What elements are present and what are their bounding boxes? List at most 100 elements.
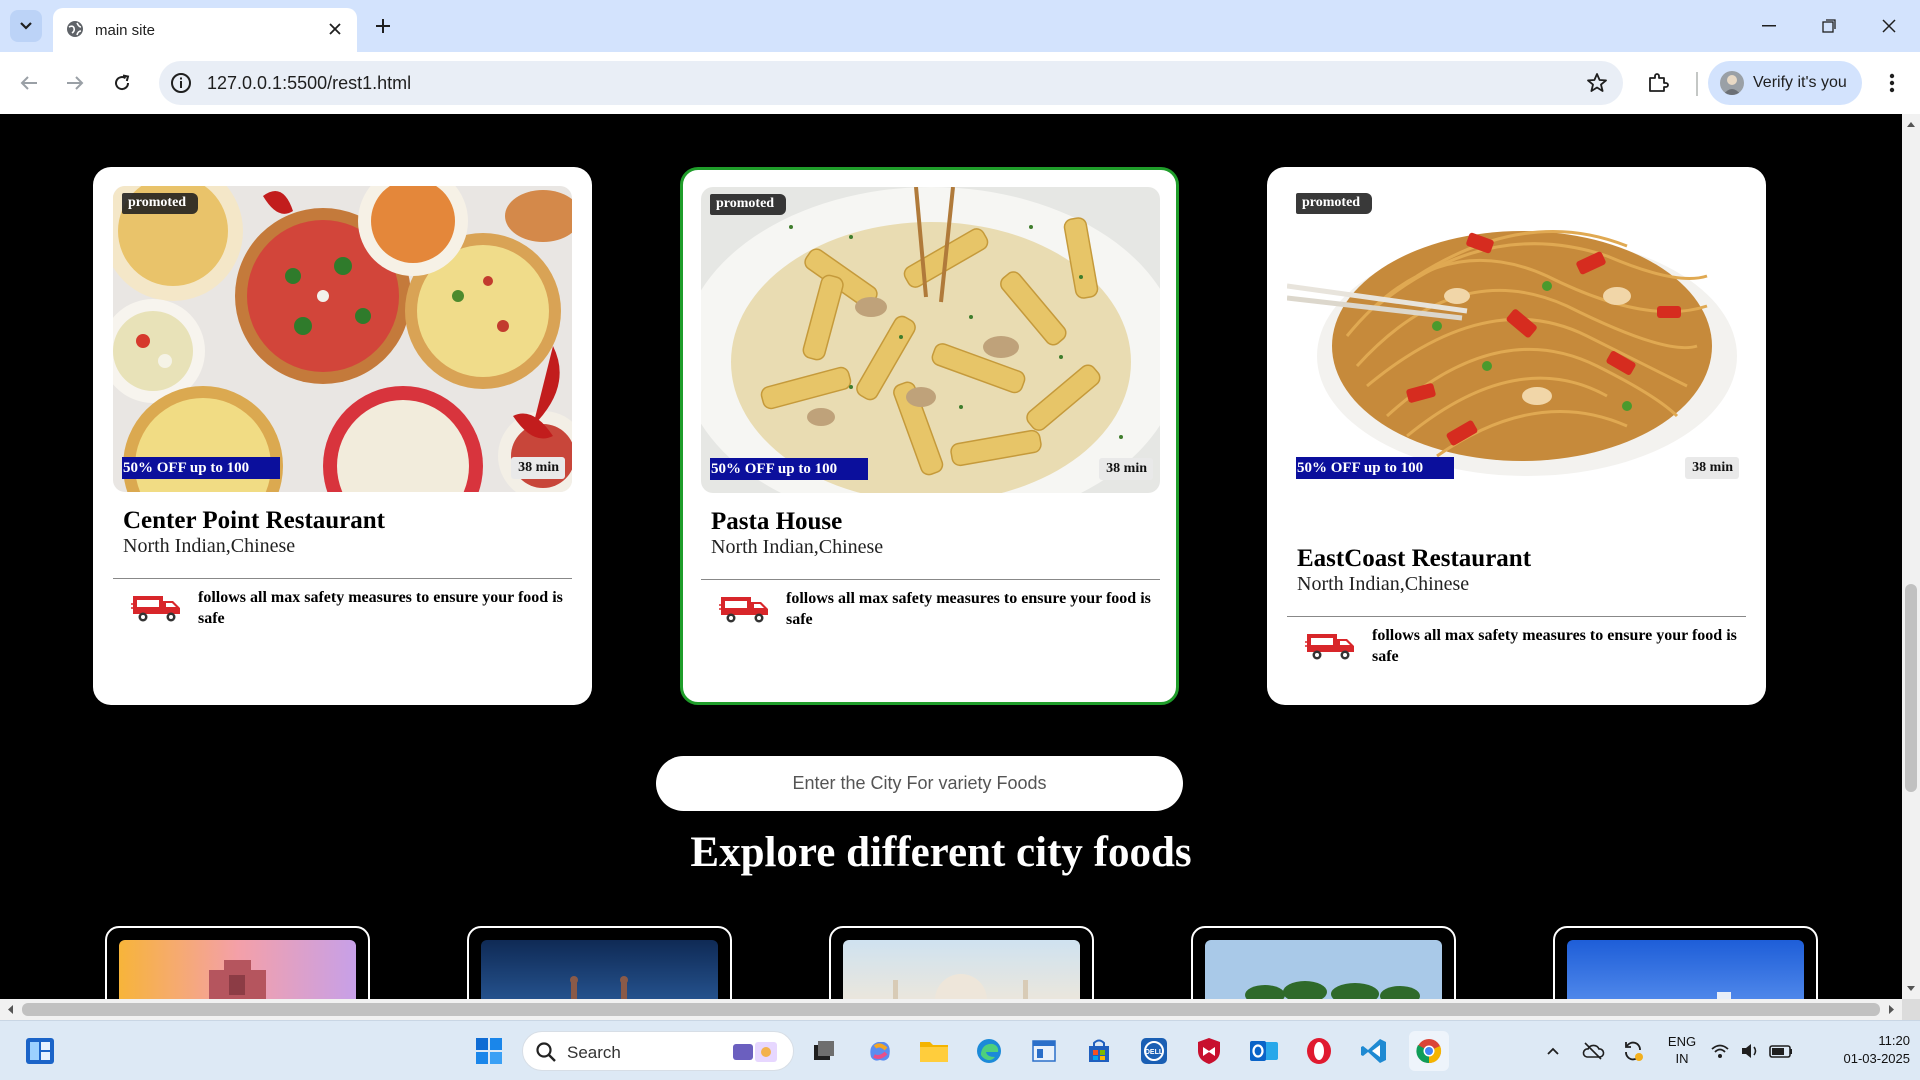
divider <box>113 578 572 579</box>
store-icon <box>1089 1039 1109 1062</box>
chevron-down-icon <box>20 22 32 30</box>
lang-region: IN <box>1675 1051 1689 1066</box>
forward-button[interactable] <box>57 65 93 101</box>
promoted-badge: promoted <box>1296 193 1373 214</box>
delivery-time: 38 min <box>511 457 565 479</box>
input-language-indicator[interactable]: ENG IN <box>1664 1033 1700 1067</box>
city-card[interactable] <box>105 926 370 999</box>
city-card[interactable] <box>1191 926 1456 999</box>
scroll-right-arrow-icon[interactable] <box>1884 999 1898 1020</box>
city-card[interactable] <box>829 926 1094 999</box>
free-delivery-truck-icon <box>719 597 768 623</box>
scroll-down-arrow-icon[interactable] <box>1902 981 1920 995</box>
city-card[interactable] <box>467 926 732 999</box>
task-view-button[interactable] <box>804 1031 844 1071</box>
new-tab-button[interactable] <box>369 12 397 40</box>
opera-button[interactable] <box>1299 1031 1339 1071</box>
url-text[interactable]: 127.0.0.1:5500/rest1.html <box>207 73 411 94</box>
city-monument-image <box>843 940 1080 999</box>
promoted-badge: promoted <box>710 194 787 215</box>
cloud-offline-icon <box>1582 1042 1605 1060</box>
restaurant-name[interactable]: Pasta House <box>711 508 842 536</box>
restaurant-cuisine: North Indian,Chinese <box>711 536 884 558</box>
vscode-button[interactable] <box>1354 1031 1394 1071</box>
city-card[interactable] <box>1553 926 1818 999</box>
restaurant-card[interactable]: promoted 50% OFF up to 100 38 min Pasta … <box>680 167 1179 705</box>
horizontal-scroll-thumb[interactable] <box>22 1003 1880 1016</box>
reload-button[interactable] <box>104 65 140 101</box>
extensions-button[interactable] <box>1640 64 1676 100</box>
chrome-button[interactable] <box>1409 1031 1449 1071</box>
sync-icon <box>1625 1041 1643 1061</box>
restaurant-card[interactable]: promoted 50% OFF up to 100 38 min EastCo… <box>1267 167 1766 705</box>
scroll-left-arrow-icon[interactable] <box>4 999 18 1020</box>
dell-app-button[interactable]: DELL <box>1134 1031 1174 1071</box>
svg-text:DELL: DELL <box>1145 1049 1164 1056</box>
system-clock[interactable]: 11:20 01-03-2025 <box>1810 1032 1911 1068</box>
free-delivery-truck-icon <box>131 596 180 622</box>
outlook-button[interactable] <box>1244 1031 1284 1071</box>
search-highlight-icon <box>733 1042 777 1062</box>
opera-icon <box>1307 1038 1331 1064</box>
city-beach-image <box>1205 940 1442 999</box>
vertical-scrollbar[interactable] <box>1902 114 1920 999</box>
restaurant-cuisine: North Indian,Chinese <box>123 535 296 557</box>
quick-settings-button[interactable] <box>1708 1031 1806 1071</box>
taskbar-search-label: Search <box>567 1043 621 1062</box>
reload-icon <box>115 74 130 91</box>
start-button[interactable] <box>469 1031 509 1071</box>
close-window-button[interactable] <box>1866 8 1912 44</box>
mcafee-button[interactable] <box>1189 1031 1229 1071</box>
restaurant-cuisine: North Indian,Chinese <box>1297 573 1470 595</box>
dell-icon: DELL <box>1141 1038 1167 1064</box>
site-info-icon[interactable] <box>169 71 193 95</box>
vertical-scroll-thumb[interactable] <box>1905 584 1917 792</box>
restore-button[interactable] <box>1806 8 1852 44</box>
safety-text: follows all max safety measures to ensur… <box>1372 627 1737 665</box>
tab-title: main site <box>95 22 156 39</box>
store-button[interactable] <box>1079 1031 1119 1071</box>
avatar <box>1720 71 1744 95</box>
copilot-icon <box>870 1042 890 1061</box>
tab-close-button[interactable] <box>323 17 347 41</box>
back-button[interactable] <box>11 65 47 101</box>
close-icon <box>1882 19 1896 33</box>
sync-status-button[interactable] <box>1613 1031 1653 1071</box>
free-delivery-truck-icon <box>1305 634 1354 660</box>
clock-time: 11:20 <box>1878 1033 1910 1048</box>
shield-icon <box>1198 1038 1220 1064</box>
search-icon <box>536 1042 556 1062</box>
restaurant-name[interactable]: EastCoast Restaurant <box>1297 545 1531 573</box>
pizza-spread-image <box>113 186 572 492</box>
edge-browser-button[interactable] <box>969 1031 1009 1071</box>
vscode-icon <box>1361 1039 1386 1063</box>
restaurant-card[interactable]: promoted 50% OFF up to 100 38 min Center… <box>93 167 592 705</box>
scroll-up-arrow-icon[interactable] <box>1902 118 1920 132</box>
browser-menu-button[interactable] <box>1874 65 1910 101</box>
task-view-icon <box>814 1041 834 1060</box>
notepad-button[interactable] <box>1024 1031 1064 1071</box>
bookmark-star-icon[interactable] <box>1585 71 1609 95</box>
clock-date: 01-03-2025 <box>1843 1051 1911 1066</box>
city-search-input[interactable] <box>656 756 1183 811</box>
more-vertical-icon <box>1889 73 1895 93</box>
divider <box>1287 616 1746 617</box>
browser-tab[interactable]: main site <box>53 8 357 52</box>
taskbar: Search DELL ENG IN 11:20 01-03-2025 <box>0 1020 1920 1080</box>
taskbar-search[interactable]: Search <box>522 1031 794 1071</box>
onedrive-button[interactable] <box>1573 1031 1613 1071</box>
profile-button[interactable]: Verify it's you <box>1708 61 1862 105</box>
horizontal-scrollbar[interactable] <box>0 999 1902 1020</box>
address-bar[interactable]: 127.0.0.1:5500/rest1.html <box>159 61 1623 105</box>
noodles-image <box>1287 186 1746 492</box>
minimize-button[interactable] <box>1746 8 1792 44</box>
widgets-button[interactable] <box>20 1031 60 1071</box>
close-icon <box>329 23 341 35</box>
copilot-button[interactable] <box>860 1031 900 1071</box>
safety-text: follows all max safety measures to ensur… <box>198 589 563 627</box>
file-explorer-button[interactable] <box>914 1031 954 1071</box>
page-content: promoted 50% OFF up to 100 38 min Center… <box>0 114 1902 999</box>
show-hidden-icons-button[interactable] <box>1533 1031 1573 1071</box>
tab-search-button[interactable] <box>10 10 42 42</box>
restaurant-name[interactable]: Center Point Restaurant <box>123 507 385 535</box>
